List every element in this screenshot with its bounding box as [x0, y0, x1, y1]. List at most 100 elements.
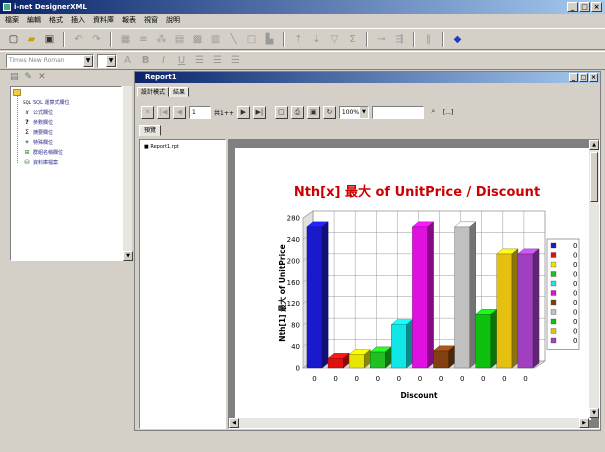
scroll-down-icon[interactable]: ▼: [123, 251, 133, 261]
link-icon[interactable]: ⇶: [392, 32, 407, 47]
refresh-icon[interactable]: ↻: [322, 105, 336, 119]
menu-bar: 檔案 編輯 格式 插入 資料庫 報表 視窗 說明: [0, 14, 605, 27]
maximize-button[interactable]: □: [579, 2, 590, 12]
main-toolbar: ▢ ▰ ▣ ↶ ↷ ▦ ≡ ⁂ ▤ ▩ ▥ ╲ □ ▙ ⇡ ⇣ ▽ Σ ⊸ ⇶ …: [0, 28, 605, 50]
next-page-icon[interactable]: ▶: [236, 105, 250, 119]
insert-subreport-icon[interactable]: ▙: [262, 32, 277, 47]
child-close-button[interactable]: ×: [589, 73, 598, 82]
tree-item-group-name[interactable]: ⊞ 群組名稱欄位: [23, 149, 63, 158]
insert-rect-icon[interactable]: □: [244, 32, 259, 47]
preview-vertical-scrollbar[interactable]: ▲ ▼: [589, 140, 599, 418]
last-page-icon[interactable]: ▶|: [252, 105, 266, 119]
zoom-select[interactable]: 100% ▼: [338, 105, 369, 119]
tree-item-parameter[interactable]: ? 參數欄位: [23, 119, 53, 128]
filter-icon[interactable]: ▽: [327, 32, 342, 47]
chevron-down-icon[interactable]: ▼: [359, 106, 368, 118]
menu-window[interactable]: 視窗: [143, 14, 159, 27]
first-page-icon[interactable]: |◀: [157, 105, 170, 119]
bar: [412, 226, 428, 369]
save-report-icon[interactable]: ▣: [306, 105, 320, 119]
new-document-icon[interactable]: ▢: [6, 32, 21, 47]
chevron-down-icon[interactable]: ▼: [106, 54, 116, 67]
binoculars-icon[interactable]: ⌕: [427, 106, 440, 119]
undo-icon[interactable]: ↶: [71, 32, 86, 47]
menu-database[interactable]: 資料庫: [92, 14, 115, 27]
menu-file[interactable]: 檔案: [4, 14, 20, 27]
scroll-up-icon[interactable]: ▲: [589, 140, 599, 150]
page-number-input[interactable]: 1: [189, 105, 211, 119]
redo-icon[interactable]: ↷: [89, 32, 104, 47]
tree-item-sql-expression[interactable]: SQL SQL 運算式欄位: [23, 99, 69, 108]
tree-item-formula[interactable]: 𝑥 公式欄位: [23, 109, 53, 118]
legend-swatch: [550, 309, 557, 315]
tab-result[interactable]: 結果: [169, 87, 190, 97]
menu-report[interactable]: 報表: [121, 14, 137, 27]
legend-label: 0: [573, 252, 577, 260]
align-left-icon[interactable]: ☰: [192, 53, 207, 68]
search-options[interactable]: [...]: [443, 109, 453, 116]
x-tick-label: 0: [460, 375, 464, 383]
italic-icon[interactable]: I: [156, 53, 171, 68]
menu-edit[interactable]: 編輯: [26, 14, 42, 27]
bar-side: [321, 221, 329, 369]
prev-page-icon[interactable]: ◀: [173, 105, 186, 119]
sort-asc-icon[interactable]: ⇡: [291, 32, 306, 47]
columns-icon[interactable]: ‖: [421, 32, 436, 47]
field-tree[interactable]: SQL SQL 運算式欄位 𝑥 公式欄位 ? 參數欄位 Σ 摘要欄位 ✦ 特殊欄位 ⊞ 群組…: [10, 86, 122, 261]
save-icon[interactable]: ▣: [42, 32, 57, 47]
print-icon[interactable]: ⎙: [290, 105, 304, 119]
scroll-thumb[interactable]: [590, 152, 598, 202]
insert-line-icon[interactable]: ╲: [226, 32, 241, 47]
scroll-down-icon[interactable]: ▼: [589, 408, 599, 418]
close-button[interactable]: ×: [591, 2, 602, 12]
insert-picture-icon[interactable]: ▩: [190, 32, 205, 47]
sigma-icon[interactable]: Σ: [345, 32, 360, 47]
scroll-left-icon[interactable]: ◀: [229, 418, 239, 428]
child-minimize-button[interactable]: _: [569, 73, 578, 82]
stop-icon[interactable]: ✕: [141, 105, 154, 119]
menu-help[interactable]: 說明: [165, 14, 181, 27]
report-tree-item[interactable]: ■ Report1.rpt: [144, 144, 179, 151]
tree-item-database[interactable]: ⛁ 資料庫檔案: [23, 159, 58, 168]
delete-icon[interactable]: ✕: [38, 71, 46, 84]
edit-icon[interactable]: ✎: [25, 71, 33, 84]
underline-icon[interactable]: U: [174, 53, 189, 68]
tree-item-root[interactable]: [13, 89, 23, 98]
align-center-icon[interactable]: ☰: [210, 53, 225, 68]
connect-icon[interactable]: ⊸: [374, 32, 389, 47]
bar: [496, 253, 513, 369]
insert-chart-icon[interactable]: ▤: [172, 32, 187, 47]
child-maximize-button[interactable]: □: [579, 73, 588, 82]
field-explorer-toolbar: ▤ ✎ ✕: [4, 71, 132, 84]
menu-format[interactable]: 格式: [48, 14, 64, 27]
font-color-icon[interactable]: A: [120, 53, 135, 68]
tab-preview[interactable]: 預覽: [139, 125, 162, 136]
tree-item-summary[interactable]: Σ 摘要欄位: [23, 129, 53, 138]
sort-desc-icon[interactable]: ⇣: [309, 32, 324, 47]
font-size-combo[interactable]: ▼: [97, 53, 117, 68]
insert-icon[interactable]: ▤: [10, 71, 19, 84]
insert-field-icon[interactable]: ≡: [136, 32, 151, 47]
font-combo[interactable]: Times New Roman ▼: [6, 53, 94, 68]
bold-icon[interactable]: B: [138, 53, 153, 68]
tree-item-special[interactable]: ✦ 特殊欄位: [23, 139, 53, 148]
diamond-icon[interactable]: ◆: [450, 32, 465, 47]
tab-design[interactable]: 設計模式: [137, 87, 170, 97]
search-input[interactable]: [371, 105, 424, 119]
scroll-right-icon[interactable]: ▶: [579, 418, 589, 428]
open-folder-icon[interactable]: ▰: [24, 32, 39, 47]
tree-scrollbar[interactable]: ▼: [122, 86, 133, 261]
bar-side: [406, 319, 413, 369]
insert-box-icon[interactable]: ▥: [208, 32, 223, 47]
x-tick-label: 0: [502, 375, 506, 383]
minimize-button[interactable]: _: [567, 2, 578, 12]
preview-horizontal-scrollbar[interactable]: ◀ ▶: [229, 418, 589, 428]
export-icon[interactable]: ▢: [274, 105, 288, 119]
bar: [433, 350, 449, 369]
menu-insert[interactable]: 插入: [70, 14, 86, 27]
insert-formula-icon[interactable]: ⁂: [154, 32, 169, 47]
legend-swatch: [550, 261, 557, 268]
chevron-down-icon[interactable]: ▼: [83, 54, 93, 67]
align-right-icon[interactable]: ☰: [228, 53, 243, 68]
insert-table-icon[interactable]: ▦: [118, 32, 133, 47]
